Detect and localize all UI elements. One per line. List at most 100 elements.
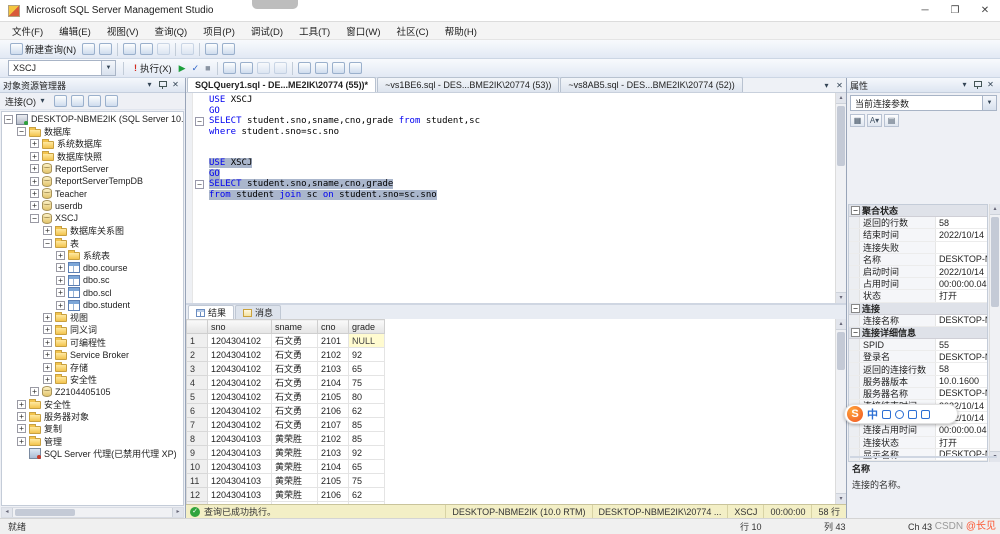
tree-item[interactable]: +dbo.sc bbox=[2, 274, 183, 286]
ime-emoji-icon[interactable] bbox=[908, 410, 917, 419]
expand-icon[interactable]: + bbox=[56, 251, 65, 260]
ime-toolbox-icon[interactable] bbox=[921, 410, 930, 419]
scroll-right-icon[interactable]: ▸ bbox=[172, 508, 183, 517]
expand-icon[interactable]: + bbox=[30, 201, 39, 210]
row-number-cell[interactable]: 9 bbox=[187, 446, 208, 460]
debug-play-icon[interactable]: ▶ bbox=[179, 63, 186, 74]
grid-cell[interactable]: 石文勇 bbox=[272, 404, 318, 418]
grid-corner-cell[interactable] bbox=[187, 320, 208, 334]
tab-results[interactable]: 结果 bbox=[188, 305, 234, 319]
editor-line[interactable]: −SELECT student.sno,sname,cno,grade from… bbox=[195, 116, 833, 127]
grid-cell[interactable]: 黄荣胜 bbox=[272, 432, 318, 446]
tree-item[interactable]: +同义词 bbox=[2, 324, 183, 336]
grid-cell[interactable]: 1204304102 bbox=[208, 334, 272, 348]
disconnect-icon[interactable] bbox=[54, 95, 67, 107]
tree-item[interactable]: +系统表 bbox=[2, 249, 183, 261]
grid-cell[interactable]: 1204304102 bbox=[208, 362, 272, 376]
grid-cell[interactable]: 2106 bbox=[318, 404, 349, 418]
expand-icon[interactable]: + bbox=[17, 424, 26, 433]
property-row[interactable]: 返回的行数58 bbox=[849, 217, 987, 229]
property-value[interactable]: DESKTOP-NBME2IK bbox=[936, 254, 987, 264]
property-row[interactable]: 服务器版本10.0.1600 bbox=[849, 376, 987, 388]
expand-icon[interactable]: + bbox=[43, 363, 52, 372]
sql-editor[interactable]: USE XSCJGO−SELECT student.sno,sname,cno,… bbox=[186, 93, 846, 303]
scroll-down-icon[interactable]: ▾ bbox=[836, 292, 846, 303]
categorized-icon[interactable]: ▦ bbox=[850, 114, 865, 127]
connect-button[interactable]: 连接(O) ▾ bbox=[2, 94, 52, 108]
tree-item[interactable]: −DESKTOP-NBME2IK (SQL Server 10.0.160 bbox=[2, 113, 183, 125]
expand-icon[interactable]: + bbox=[30, 152, 39, 161]
grid-cell[interactable]: 2102 bbox=[318, 348, 349, 362]
table-row[interactable]: 121204304103黄荣胜210662 bbox=[187, 488, 385, 502]
activity-monitor-icon[interactable] bbox=[205, 43, 218, 55]
menu-item[interactable]: 编辑(E) bbox=[51, 22, 99, 40]
property-row[interactable]: 服务器名称DESKTOP-NBME2IK bbox=[849, 388, 987, 400]
show-results-pane-icon[interactable] bbox=[223, 62, 236, 74]
pin-icon[interactable] bbox=[156, 79, 169, 91]
table-row[interactable]: 41204304102石文勇210475 bbox=[187, 376, 385, 390]
grid-cell[interactable]: 石文勇 bbox=[272, 348, 318, 362]
grid-cell[interactable]: 2105 bbox=[318, 474, 349, 488]
collapse-icon[interactable]: − bbox=[43, 239, 52, 248]
tree-item[interactable]: +视图 bbox=[2, 311, 183, 323]
tab-messages[interactable]: 消息 bbox=[235, 305, 281, 319]
menu-item[interactable]: 社区(C) bbox=[389, 22, 437, 40]
grid-cell[interactable]: 黄荣胜 bbox=[272, 460, 318, 474]
tree-item[interactable]: +ReportServerTempDB bbox=[2, 175, 183, 187]
grid-cell[interactable]: 2102 bbox=[318, 432, 349, 446]
close-document-icon[interactable]: ✕ bbox=[833, 80, 846, 92]
grid-cell[interactable]: 2101 bbox=[318, 334, 349, 348]
table-row[interactable]: 111204304103黄荣胜210575 bbox=[187, 474, 385, 488]
filter-icon[interactable] bbox=[105, 95, 118, 107]
table-row[interactable]: 101204304103黄荣胜210465 bbox=[187, 460, 385, 474]
tree-item[interactable]: −数据库 bbox=[2, 125, 183, 137]
document-tab[interactable]: SQLQuery1.sql - DE...ME2IK\20774 (55))* bbox=[187, 77, 376, 92]
scroll-down-icon[interactable]: ▾ bbox=[836, 493, 846, 504]
new-query-button[interactable]: 新建查询(N) bbox=[4, 41, 80, 58]
analysis-query-icon[interactable] bbox=[99, 43, 112, 55]
table-row[interactable]: 71204304102石文勇210785 bbox=[187, 418, 385, 432]
scroll-up-icon[interactable]: ▴ bbox=[836, 93, 846, 104]
menu-item[interactable]: 窗口(W) bbox=[338, 22, 388, 40]
stop-icon[interactable] bbox=[71, 95, 84, 107]
row-number-cell[interactable]: 5 bbox=[187, 390, 208, 404]
grid-cell[interactable]: 65 bbox=[349, 362, 385, 376]
registered-servers-icon[interactable] bbox=[222, 43, 235, 55]
row-number-cell[interactable]: 7 bbox=[187, 418, 208, 432]
grid-cell[interactable]: 2107 bbox=[318, 418, 349, 432]
grid-cell[interactable]: 黄荣胜 bbox=[272, 446, 318, 460]
tree-item[interactable]: +dbo.scl bbox=[2, 286, 183, 298]
menu-item[interactable]: 视图(V) bbox=[99, 22, 147, 40]
menu-item[interactable]: 文件(F) bbox=[4, 22, 51, 40]
property-row[interactable]: 连接状态打开 bbox=[849, 437, 987, 449]
property-section[interactable]: −连接详细信息 bbox=[849, 327, 987, 339]
collapse-icon[interactable]: − bbox=[4, 115, 13, 124]
grid-cell[interactable]: 1204304102 bbox=[208, 404, 272, 418]
expand-icon[interactable]: + bbox=[30, 164, 39, 173]
expand-icon[interactable]: + bbox=[30, 387, 39, 396]
grid-cell[interactable]: 石文勇 bbox=[272, 390, 318, 404]
property-row[interactable]: 登录名DESKTOP-NBME2IK bbox=[849, 351, 987, 363]
grid-cell[interactable]: 2104 bbox=[318, 460, 349, 474]
table-row[interactable]: 11204304102石文勇2101NULL bbox=[187, 334, 385, 348]
column-header[interactable]: sname bbox=[272, 320, 318, 334]
row-number-cell[interactable]: 3 bbox=[187, 362, 208, 376]
property-value[interactable]: 打开 bbox=[936, 436, 987, 449]
tree-item[interactable]: +userdb bbox=[2, 200, 183, 212]
table-row[interactable]: 31204304102石文勇210365 bbox=[187, 362, 385, 376]
property-row[interactable]: 名称DESKTOP-NBME2IK bbox=[849, 254, 987, 266]
save-all-icon[interactable] bbox=[157, 43, 170, 55]
table-row[interactable]: 91204304103黄荣胜210392 bbox=[187, 446, 385, 460]
pin-icon[interactable] bbox=[971, 79, 984, 91]
expand-icon[interactable]: + bbox=[17, 400, 26, 409]
row-number-cell[interactable]: 6 bbox=[187, 404, 208, 418]
grid-cell[interactable]: 2105 bbox=[318, 390, 349, 404]
tree-item[interactable]: +Z2104405105 bbox=[2, 386, 183, 398]
expand-icon[interactable]: + bbox=[43, 325, 52, 334]
execute-button[interactable]: ! 执行(X) bbox=[127, 60, 176, 77]
tree-item[interactable]: +dbo.student bbox=[2, 299, 183, 311]
property-value[interactable]: 58 bbox=[936, 218, 987, 228]
scroll-up-icon[interactable]: ▴ bbox=[836, 319, 846, 330]
fold-collapse-icon[interactable]: − bbox=[195, 117, 204, 126]
close-button[interactable]: ✕ bbox=[970, 0, 1000, 21]
